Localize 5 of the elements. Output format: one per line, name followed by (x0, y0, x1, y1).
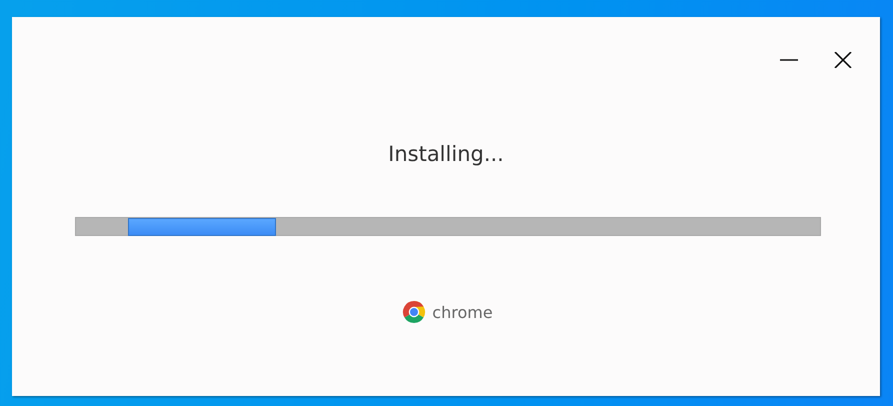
status-text: Installing... (387, 141, 505, 168)
chrome-logo-icon (402, 300, 426, 324)
close-icon (834, 52, 852, 68)
brand-name: chrome (432, 302, 493, 322)
minimize-icon (780, 59, 798, 61)
